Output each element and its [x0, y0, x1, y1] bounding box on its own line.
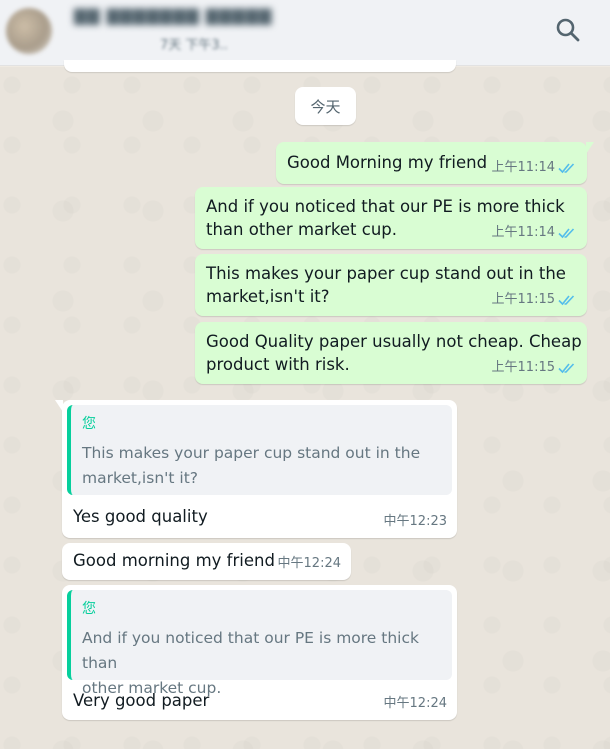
message-text-line: Good Quality paper usually not cheap. Ch… — [206, 332, 582, 351]
contact-avatar[interactable] — [6, 8, 52, 54]
message-time: 中午12:23 — [383, 514, 447, 529]
outgoing-message[interactable]: Good Morning my friend 上午11:14 — [276, 142, 594, 184]
previous-message-edge — [64, 60, 456, 72]
message-text: Good morning my friend — [73, 551, 275, 570]
incoming-message[interactable]: Good morning my friend 中午12:24 — [62, 543, 351, 580]
quote-text-line: And if you noticed that our PE is more t… — [82, 629, 419, 672]
message-time: 上午11:14 — [491, 160, 555, 175]
read-ticks-icon — [558, 162, 575, 173]
message-text: Good Morning my friend — [287, 153, 488, 172]
quote-author: 您 — [82, 416, 96, 432]
date-separator: 今天 — [295, 87, 356, 125]
message-time: 上午11:15 — [491, 360, 555, 375]
incoming-message[interactable]: 您 And if you noticed that our PE is more… — [62, 585, 457, 720]
outgoing-message[interactable]: And if you noticed that our PE is more t… — [195, 187, 587, 249]
quote-author: 您 — [82, 601, 96, 617]
read-ticks-icon — [558, 227, 575, 238]
message-time: 中午12:24 — [277, 556, 341, 571]
incoming-message[interactable]: 您 This makes your paper cup stand out in… — [55, 400, 457, 538]
search-button[interactable] — [548, 10, 588, 50]
quote-text-line: This makes your paper cup stand out in t… — [82, 444, 421, 462]
message-time: 上午11:14 — [491, 225, 555, 240]
quoted-message[interactable]: 您 This makes your paper cup stand out in… — [67, 405, 452, 495]
message-text-line: This makes your paper cup stand out in t… — [206, 264, 566, 283]
message-text: Very good paper — [73, 691, 210, 710]
quoted-message[interactable]: 您 And if you noticed that our PE is more… — [67, 590, 452, 697]
message-time: 上午11:15 — [491, 292, 555, 307]
message-time: 中午12:24 — [383, 696, 447, 711]
contact-last-seen: 7天 下午3.. — [160, 38, 228, 53]
message-text: Yes good quality — [73, 507, 208, 526]
search-icon — [556, 18, 580, 42]
contact-name[interactable]: ▇▇ ▇▇▇▇▇▇▇ ▇▇▇▇▇ — [74, 6, 272, 25]
read-ticks-icon — [558, 362, 575, 373]
outgoing-message[interactable]: This makes your paper cup stand out in t… — [195, 254, 587, 316]
outgoing-message[interactable]: Good Quality paper usually not cheap. Ch… — [195, 322, 587, 384]
chat-header: ▇▇ ▇▇▇▇▇▇▇ ▇▇▇▇▇ 7天 下午3.. — [0, 0, 610, 66]
message-text-line: And if you noticed that our PE is more t… — [206, 197, 565, 216]
read-ticks-icon — [558, 294, 575, 305]
quote-text-line: market,isn't it? — [82, 469, 199, 487]
